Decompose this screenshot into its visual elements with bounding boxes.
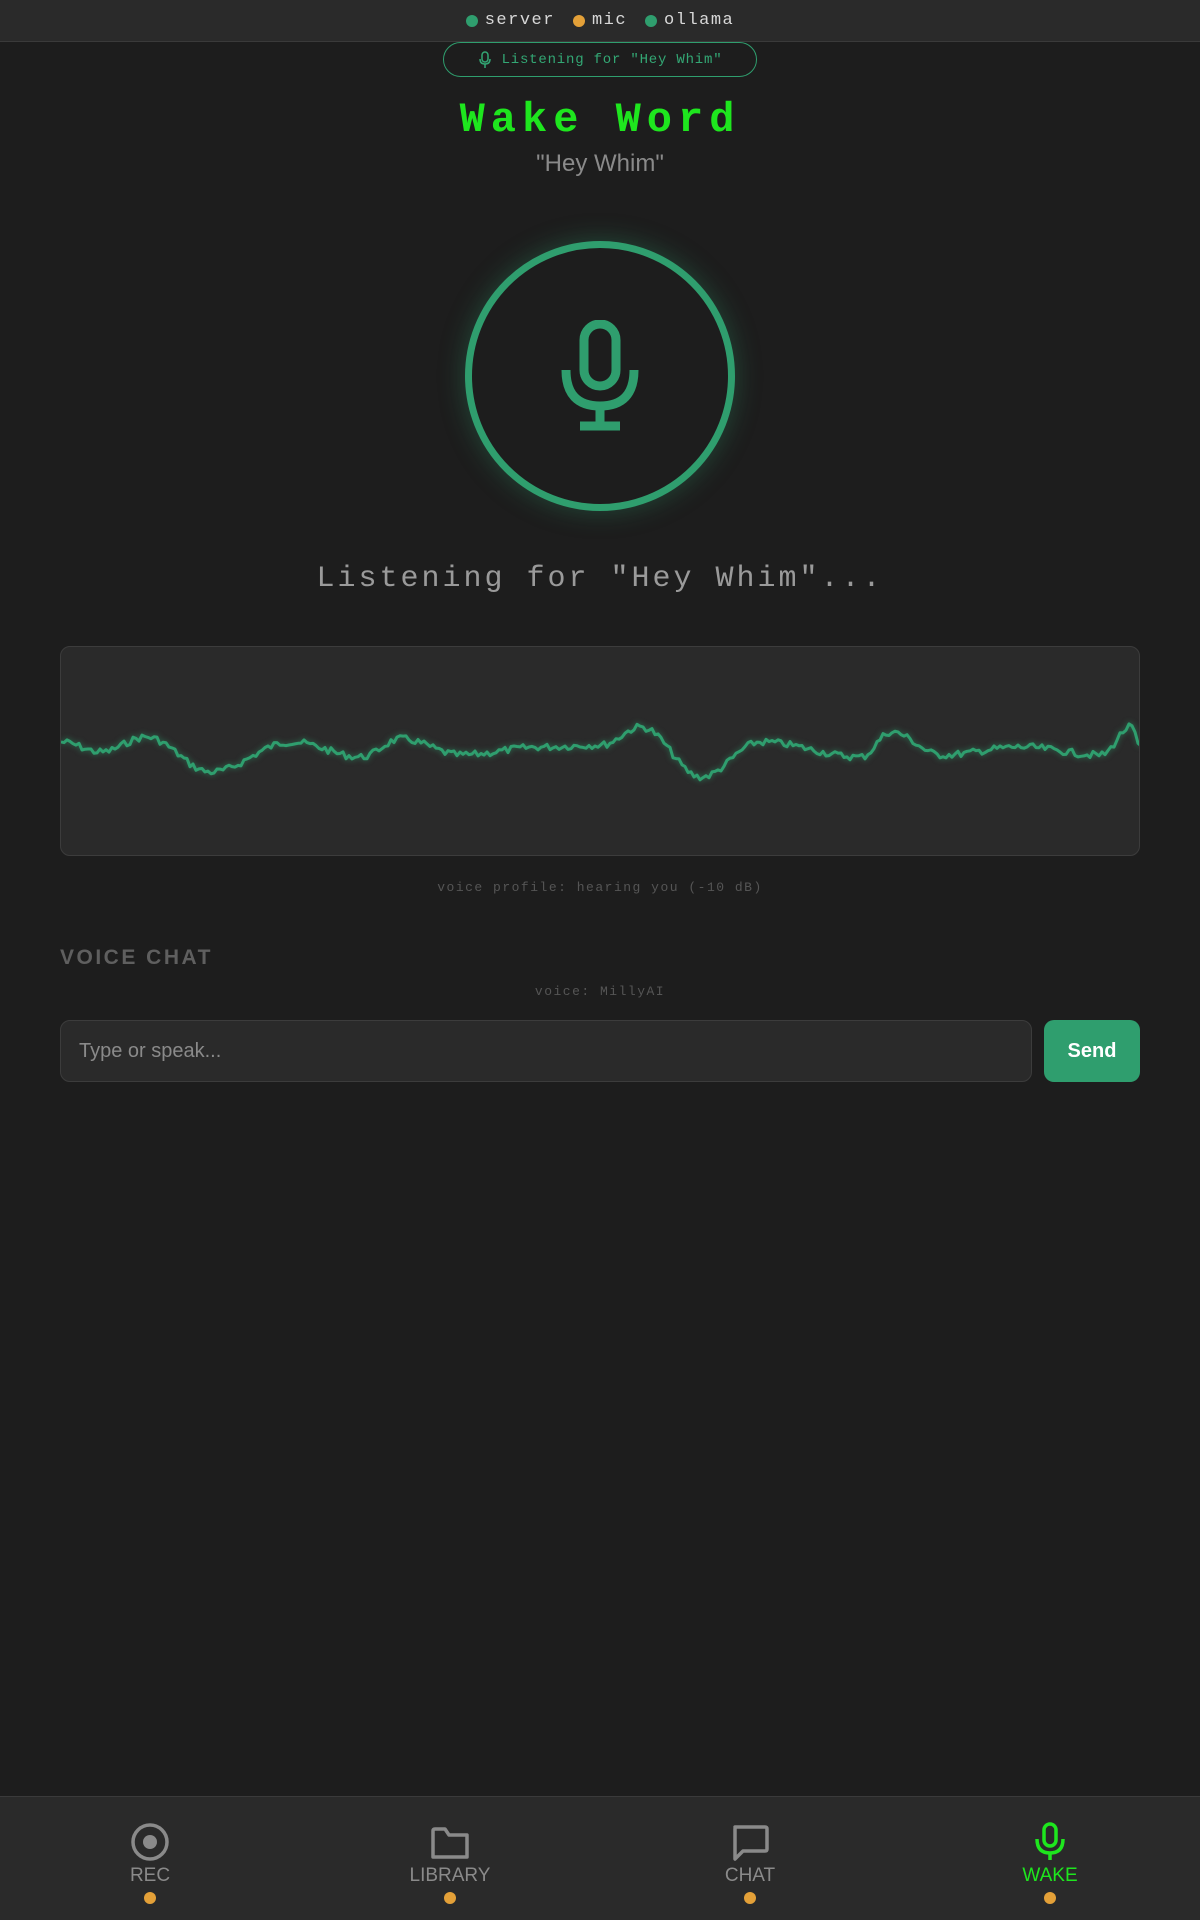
voice-name-label: voice: MillyAI: [534, 984, 666, 999]
bottom-nav: REC LIBRARY CHAT WAKE: [0, 1796, 1200, 1920]
mic-toggle-button[interactable]: [465, 241, 735, 511]
voice-chat-heading: VOICE CHAT: [60, 946, 213, 969]
mic-status-dot: [572, 14, 585, 27]
nav-indicator-dot: [744, 1892, 756, 1904]
wake-phrase-subtitle: "Hey Whim": [536, 150, 664, 177]
status-item-server: server: [465, 11, 555, 30]
status-item-mic: mic: [572, 11, 628, 30]
listening-pill[interactable]: Listening for "Hey Whim": [443, 42, 757, 77]
nav-item-rec[interactable]: REC: [0, 1797, 300, 1920]
mic-icon: [478, 50, 491, 68]
send-button[interactable]: Send: [1044, 1020, 1140, 1082]
nav-label-chat: CHAT: [724, 1865, 776, 1886]
nav-item-library[interactable]: LIBRARY: [300, 1797, 600, 1920]
nav-item-wake[interactable]: WAKE: [900, 1797, 1200, 1920]
nav-label-library: LIBRARY: [409, 1865, 491, 1886]
chat-input[interactable]: [60, 1020, 1032, 1082]
status-bar: server mic ollama: [0, 0, 1200, 42]
nav-indicator-dot: [144, 1892, 156, 1904]
nav-item-chat[interactable]: CHAT: [600, 1797, 900, 1920]
folder-icon: [431, 1827, 469, 1859]
audio-waveform-panel: [60, 646, 1140, 856]
status-label-server: server: [484, 11, 555, 30]
audio-waveform: [61, 722, 1139, 782]
listening-pill-label: Listening for "Hey Whim": [501, 51, 723, 68]
record-icon: [131, 1823, 169, 1861]
mic-icon: [1035, 1822, 1065, 1860]
status-label-ollama: ollama: [664, 11, 735, 30]
nav-indicator-dot: [1044, 1892, 1056, 1904]
nav-indicator-dot: [444, 1892, 456, 1904]
status-item-ollama: ollama: [645, 11, 734, 30]
chat-bubble-icon: [733, 1825, 769, 1861]
ollama-status-dot: [645, 14, 658, 27]
nav-label-rec: REC: [129, 1865, 171, 1886]
voice-profile-status: voice profile: hearing you (-10 dB): [437, 880, 763, 895]
waveform-line: [61, 722, 1139, 782]
page-title: Wake Word: [459, 96, 741, 144]
status-label-mic: mic: [591, 11, 628, 30]
server-status-dot: [465, 14, 478, 27]
nav-label-wake: WAKE: [1022, 1865, 1078, 1886]
mic-icon: [561, 320, 639, 431]
listening-status-text: Listening for "Hey Whim"...: [316, 562, 884, 596]
